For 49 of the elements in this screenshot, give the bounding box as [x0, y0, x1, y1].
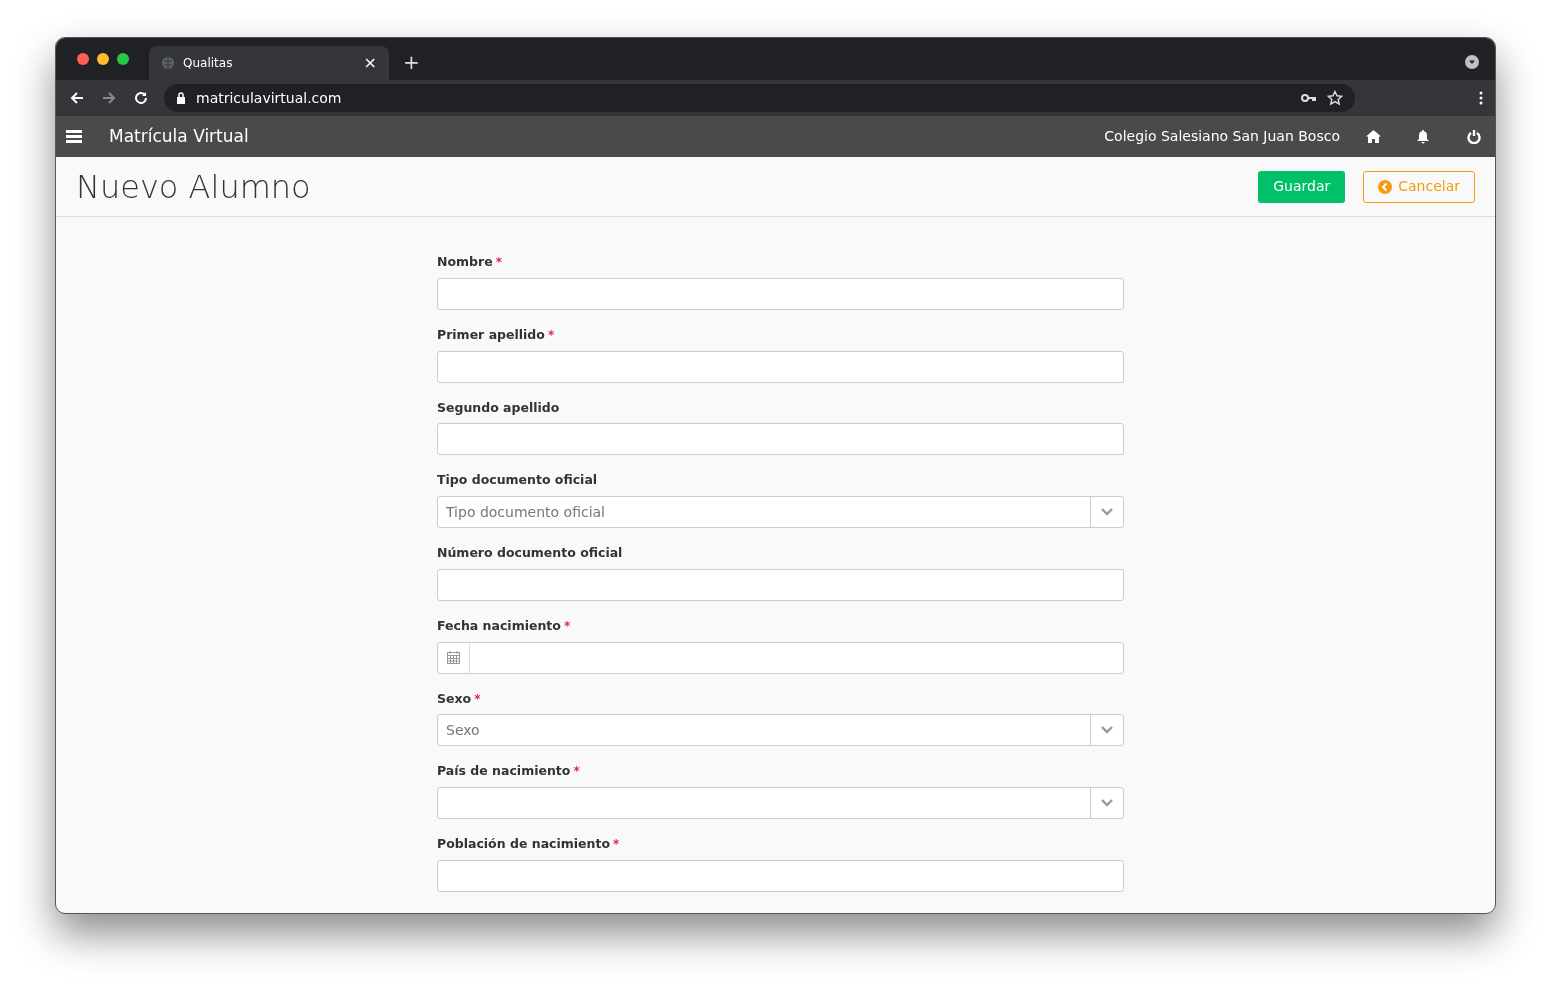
- new-tab-button[interactable]: +: [403, 52, 420, 72]
- close-tab-button[interactable]: ×: [363, 55, 377, 71]
- chevron-down-icon: [1101, 726, 1113, 735]
- chevron-down-icon: [1101, 799, 1113, 807]
- select-field[interactable]: [437, 787, 1124, 819]
- more-menu-icon[interactable]: [1479, 91, 1483, 105]
- required-mark: *: [547, 326, 555, 344]
- required-mark: *: [495, 254, 502, 271]
- required-mark: *: [474, 690, 481, 708]
- chevron-down-icon: [1101, 508, 1113, 516]
- select-field[interactable]: Sexo: [437, 714, 1124, 747]
- chevron-left-circle-icon: [1378, 179, 1393, 194]
- field-label: Primer apellido: [437, 325, 545, 344]
- field-label: Sexo: [437, 689, 472, 708]
- field-label: País de nacimiento: [437, 762, 571, 781]
- star-icon[interactable]: [1327, 90, 1343, 106]
- school-name: Colegio Salesiano San Juan Bosco: [1104, 127, 1340, 146]
- field-label: Población de nacimiento: [437, 835, 610, 853]
- required-mark: *: [563, 617, 571, 635]
- home-icon[interactable]: [1366, 130, 1381, 143]
- menu-icon[interactable]: [66, 130, 82, 143]
- text-field[interactable]: [437, 423, 1124, 456]
- address-bar[interactable]: matriculavirtual.com: [164, 84, 1355, 112]
- text-field[interactable]: [437, 350, 1124, 383]
- tab-title: Qualitas: [183, 55, 234, 72]
- field-label: Fecha nacimiento: [437, 616, 561, 635]
- required-mark: *: [573, 763, 580, 781]
- calendar-icon: [447, 651, 460, 664]
- required-mark: *: [613, 836, 620, 853]
- reload-icon[interactable]: [132, 89, 150, 107]
- text-field[interactable]: [437, 277, 1124, 310]
- text-field[interactable]: [437, 859, 1124, 892]
- power-icon[interactable]: [1467, 129, 1481, 144]
- select-field[interactable]: Tipo documento oficial: [437, 496, 1124, 528]
- field-label: Nombre: [437, 253, 493, 271]
- text-field[interactable]: [437, 568, 1124, 601]
- browser-tab[interactable]: Qualitas ×: [149, 46, 389, 80]
- field-label: Número documento oficial: [437, 544, 623, 562]
- globe-icon: [161, 56, 175, 70]
- url-text: matriculavirtual.com: [196, 88, 343, 108]
- lock-icon: [176, 92, 186, 104]
- field-label: Segundo apellido: [437, 398, 560, 417]
- dropdown-icon[interactable]: [1465, 55, 1479, 69]
- key-icon[interactable]: [1301, 93, 1317, 103]
- date-field[interactable]: [437, 641, 1124, 674]
- field-label: Tipo documento oficial: [437, 471, 598, 490]
- bell-icon[interactable]: [1417, 129, 1429, 144]
- page-title: Nuevo Alumno: [76, 166, 312, 208]
- app-title[interactable]: Matrícula Virtual: [109, 123, 1105, 150]
